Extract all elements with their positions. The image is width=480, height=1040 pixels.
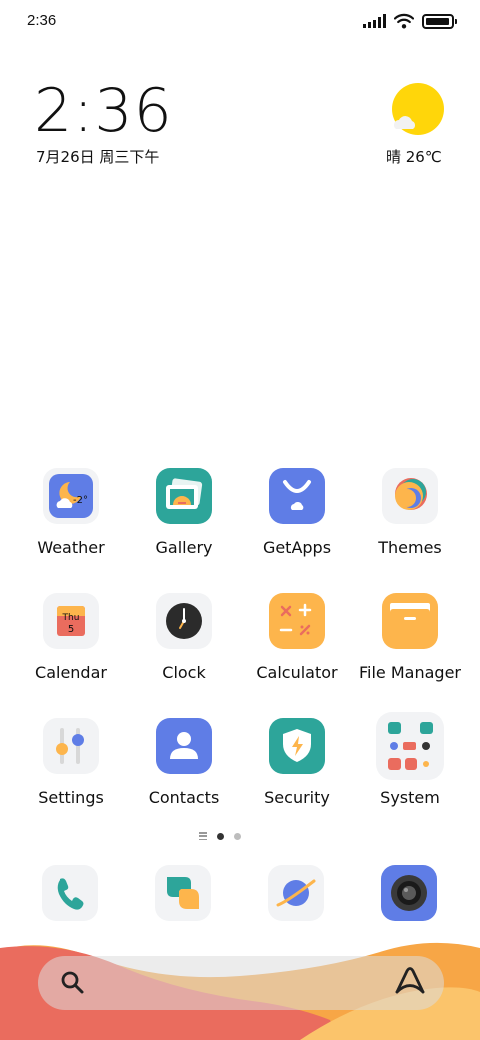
- app-label: Calculator: [256, 663, 338, 682]
- app-label: Themes: [378, 538, 442, 557]
- app-settings[interactable]: Settings: [15, 718, 127, 828]
- search-bar[interactable]: [38, 956, 444, 1010]
- assistant-icon[interactable]: [393, 965, 427, 997]
- app-label: Contacts: [148, 788, 220, 807]
- wifi-icon: [394, 13, 414, 29]
- app-getapps[interactable]: GetApps: [241, 468, 353, 578]
- app-security[interactable]: Security: [241, 718, 353, 828]
- page-dot: [234, 832, 241, 840]
- app-label: Gallery: [155, 538, 213, 557]
- clock-widget-time[interactable]: 2:36: [34, 78, 173, 144]
- gallery-icon: [156, 468, 212, 524]
- app-contacts[interactable]: Contacts: [128, 718, 240, 828]
- app-label: GetApps: [262, 538, 332, 557]
- messages-icon: [167, 877, 199, 909]
- app-label: Clock: [162, 663, 206, 682]
- partly-sunny-icon[interactable]: [390, 82, 446, 138]
- weather-icon: -2°: [43, 468, 99, 524]
- status-icons: [363, 12, 457, 30]
- page-indicator[interactable]: [199, 830, 241, 842]
- battery-level: [426, 17, 449, 25]
- contacts-icon: [156, 718, 212, 774]
- file-manager-icon: [382, 593, 438, 649]
- status-time: 2:36: [27, 12, 57, 29]
- app-calendar[interactable]: Thu 5 Calendar: [15, 593, 127, 703]
- calendar-icon: Thu 5: [43, 593, 99, 649]
- page-list-icon: [199, 832, 207, 840]
- dock-messages[interactable]: [155, 865, 211, 921]
- battery-icon: [422, 13, 457, 29]
- security-icon: [269, 718, 325, 774]
- phone-icon: [57, 878, 84, 910]
- app-themes[interactable]: Themes: [354, 468, 466, 578]
- settings-icon: [43, 718, 99, 774]
- clock-widget-date[interactable]: 7月26日 周三下午: [36, 146, 159, 167]
- clock-icon: [156, 593, 212, 649]
- app-system-folder[interactable]: System: [354, 712, 466, 828]
- app-label: System: [380, 788, 440, 807]
- calendar-badge-day: Thu: [62, 613, 80, 623]
- dock-browser[interactable]: [268, 865, 324, 921]
- getapps-icon: [269, 468, 325, 524]
- app-label: File Manager: [359, 663, 461, 682]
- app-label: Weather: [37, 538, 105, 557]
- dock-phone[interactable]: [42, 865, 98, 921]
- app-clock[interactable]: Clock: [128, 593, 240, 703]
- search-icon[interactable]: [58, 968, 86, 996]
- status-bar: 2:36: [0, 0, 480, 42]
- app-weather[interactable]: -2° Weather: [15, 468, 127, 578]
- dock-camera[interactable]: [381, 865, 437, 921]
- signal-icon: [363, 14, 386, 28]
- app-gallery[interactable]: Gallery: [128, 468, 240, 578]
- themes-icon: [382, 468, 438, 524]
- browser-icon: [276, 879, 316, 907]
- calculator-icon: [269, 593, 325, 649]
- app-calculator[interactable]: Calculator: [241, 593, 353, 703]
- calendar-badge-date: 5: [68, 624, 74, 635]
- system-folder-icon: [376, 712, 444, 780]
- page-dot-active: [217, 832, 224, 840]
- weather-widget-text[interactable]: 晴 26℃: [386, 146, 442, 167]
- camera-icon: [391, 875, 427, 911]
- app-label: Security: [264, 788, 330, 807]
- app-file-manager[interactable]: File Manager: [354, 593, 466, 703]
- app-label: Calendar: [35, 663, 107, 682]
- app-label: Settings: [38, 788, 104, 807]
- weather-app-badge: -2°: [73, 495, 88, 506]
